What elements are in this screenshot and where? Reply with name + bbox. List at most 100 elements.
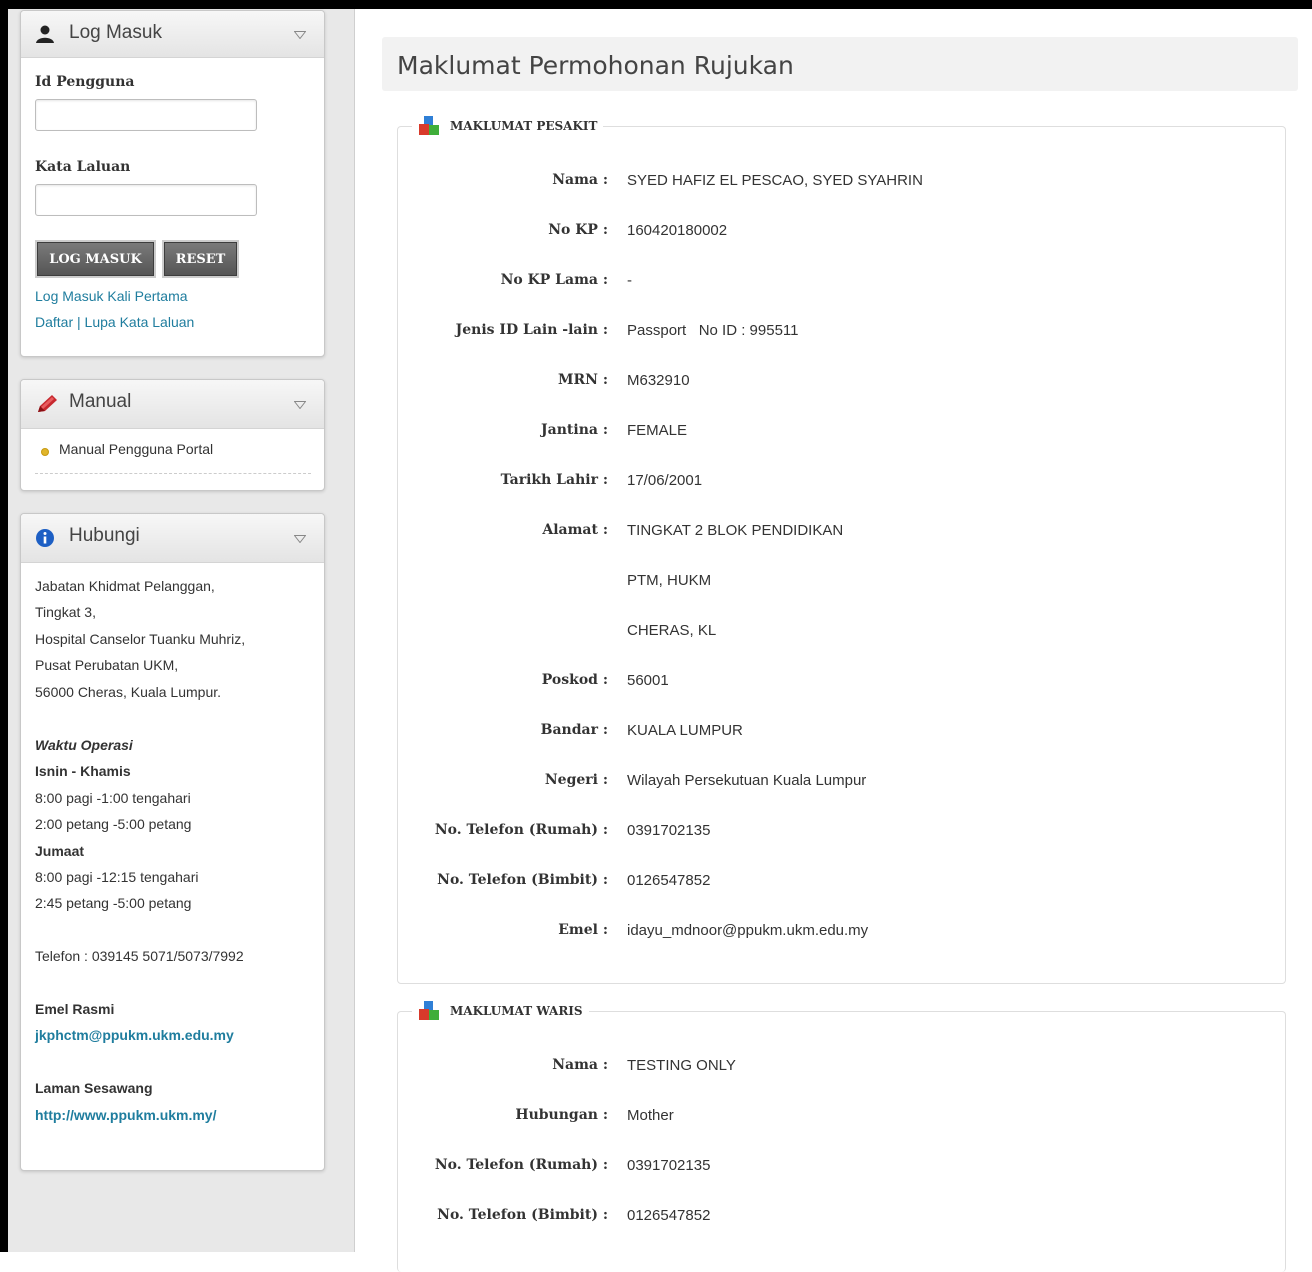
guardian-info-section: MAKLUMAT WARIS Nama : TESTING ONLY Hubung… <box>397 1000 1286 1272</box>
chevron-down-icon[interactable] <box>294 535 306 543</box>
main-content: Maklumat Permohonan Rujukan MAKLUMAT PES… <box>355 9 1312 1272</box>
field-label: Jantina : <box>541 422 608 438</box>
field-label: No KP : <box>548 222 608 238</box>
manual-item-label[interactable]: Manual Pengguna Portal <box>59 441 213 457</box>
guardian-info-legend-text: MAKLUMAT WARIS <box>450 1004 583 1018</box>
field-label: No. Telefon (Rumah) : <box>434 1157 608 1173</box>
field-value: Mother <box>627 1107 674 1124</box>
field-label: MRN : <box>558 372 608 388</box>
patient-info-section: MAKLUMAT PESAKIT Nama : SYED HAFIZ EL PES… <box>397 115 1286 984</box>
field-value: TINGKAT 2 BLOK PENDIDIKAN <box>627 522 844 539</box>
contact-panel-header[interactable]: Hubungi <box>21 514 324 563</box>
patient-row-state: Negeri : Wilayah Persekutuan Kuala Lumpur <box>398 772 1278 792</box>
first-login-link[interactable]: Log Masuk Kali Pertama <box>35 288 188 304</box>
hours-title: Waktu Operasi <box>35 737 133 753</box>
field-label: No. Telefon (Bimbit) : <box>437 1207 608 1223</box>
weekdays-label: Isnin - Khamis <box>35 763 131 779</box>
contact-panel: Hubungi Jabatan Khidmat Pelanggan, Tingk… <box>20 513 325 1171</box>
field-label: Tarikh Lahir : <box>500 472 608 488</box>
field-value: 0126547852 <box>627 1207 711 1224</box>
website-label: Laman Sesawang <box>35 1080 153 1096</box>
login-button[interactable]: LOG MASUK <box>37 242 154 276</box>
bullet-icon <box>41 448 49 456</box>
email-label: Emel Rasmi <box>35 1001 115 1017</box>
field-value: 0391702135 <box>627 822 711 839</box>
patient-row-address-3: CHERAS, KL <box>398 622 1278 642</box>
patient-row-dob: Tarikh Lahir : 17/06/2001 <box>398 472 1278 492</box>
field-value: CHERAS, KL <box>627 622 717 639</box>
field-label: No. Telefon (Rumah) : <box>434 822 608 838</box>
patient-row-old-ic: No KP Lama : - <box>398 272 1278 292</box>
address-line: Hospital Canselor Tuanku Muhriz, <box>35 631 246 647</box>
reset-button[interactable]: RESET <box>164 242 237 276</box>
field-label: Jenis ID Lain -lain : <box>455 322 608 338</box>
patient-row-home-phone: No. Telefon (Rumah) : 0391702135 <box>398 822 1278 842</box>
patient-row-city: Bandar : KUALA LUMPUR <box>398 722 1278 742</box>
field-value: 17/06/2001 <box>627 472 703 489</box>
field-label: Poskod : <box>541 672 608 688</box>
field-label: No KP Lama : <box>500 272 608 288</box>
field-value: M632910 <box>627 372 690 389</box>
user-id-input[interactable] <box>35 99 257 131</box>
address-line: Jabatan Khidmat Pelanggan, <box>35 578 215 594</box>
field-label: Nama : <box>552 1057 608 1073</box>
field-label: Alamat : <box>542 522 608 538</box>
password-label: Kata Laluan <box>35 159 131 175</box>
weekday-hours: 8:00 pagi -1:00 tengahari <box>35 790 191 806</box>
weekday-hours: 2:00 petang -5:00 petang <box>35 816 192 832</box>
user-id-label: Id Pengguna <box>35 74 135 90</box>
field-value: 0391702135 <box>627 1157 711 1174</box>
friday-label: Jumaat <box>35 843 85 859</box>
guardian-row-home-phone: No. Telefon (Rumah) : 0391702135 <box>398 1157 1278 1177</box>
login-panel-header[interactable]: Log Masuk <box>21 11 324 58</box>
address-line: 56000 Cheras, Kuala Lumpur. <box>35 684 222 700</box>
field-value: 160420180002 <box>627 222 728 239</box>
blocks-icon <box>419 1001 439 1020</box>
field-label: Emel : <box>558 922 608 938</box>
chevron-down-icon[interactable] <box>294 401 306 409</box>
phone-text: Telefon : 039145 5071/5073/7992 <box>35 948 244 964</box>
patient-row-postcode: Poskod : 56001 <box>398 672 1278 692</box>
field-label: Hubungan : <box>515 1107 608 1123</box>
info-icon <box>36 529 54 547</box>
guardian-row-name: Nama : TESTING ONLY <box>398 1057 1278 1077</box>
field-value: KUALA LUMPUR <box>627 722 743 739</box>
field-value: PTM, HUKM <box>627 572 712 589</box>
email-link[interactable]: jkphctm@ppukm.ukm.edu.my <box>35 1027 234 1043</box>
field-value: - <box>627 272 632 289</box>
pencil-icon <box>38 395 57 412</box>
forgot-password-link[interactable]: Lupa Kata Laluan <box>85 314 195 330</box>
field-value: 0126547852 <box>627 872 711 889</box>
user-icon <box>36 25 54 43</box>
field-value: idayu_mdnoor@ppukm.ukm.edu.my <box>627 922 869 939</box>
guardian-info-legend: MAKLUMAT WARIS <box>412 1000 589 1022</box>
manual-panel: Manual Manual Pengguna Portal <box>20 379 325 491</box>
patient-info-legend-text: MAKLUMAT PESAKIT <box>450 119 598 133</box>
login-panel: Log Masuk Id Pengguna Kata Laluan LOG MA… <box>20 10 325 357</box>
field-label: No. Telefon (Bimbit) : <box>437 872 608 888</box>
manual-panel-header[interactable]: Manual <box>21 380 324 429</box>
patient-row-gender: Jantina : FEMALE <box>398 422 1278 442</box>
patient-row-other-id: Jenis ID Lain -lain : Passport No ID : 99… <box>398 322 1278 342</box>
field-value: SYED HAFIZ EL PESCAO, SYED SYAHRIN <box>627 172 923 189</box>
field-label: Negeri : <box>544 772 608 788</box>
patient-row-name: Nama : SYED HAFIZ EL PESCAO, SYED SYAHRIN <box>398 172 1278 192</box>
list-item[interactable]: Manual Pengguna Portal <box>35 441 311 474</box>
page-title: Maklumat Permohonan Rujukan <box>397 51 794 80</box>
sidebar: Log Masuk Id Pengguna Kata Laluan LOG MA… <box>8 9 355 1252</box>
guardian-row-mobile-phone: No. Telefon (Bimbit) : 0126547852 <box>398 1207 1278 1227</box>
blocks-icon <box>419 116 439 135</box>
chevron-down-icon[interactable] <box>294 31 306 39</box>
website-link[interactable]: http://www.ppukm.ukm.my/ <box>35 1107 217 1123</box>
register-link[interactable]: Daftar <box>35 314 73 330</box>
patient-row-address: Alamat : TINGKAT 2 BLOK PENDIDIKAN <box>398 522 1278 542</box>
patient-row-ic: No KP : 160420180002 <box>398 222 1278 242</box>
password-input[interactable] <box>35 184 257 216</box>
login-panel-title: Log Masuk <box>69 22 162 43</box>
patient-info-legend: MAKLUMAT PESAKIT <box>412 115 604 137</box>
friday-hours: 8:00 pagi -12:15 tengahari <box>35 869 199 885</box>
patient-row-mobile-phone: No. Telefon (Bimbit) : 0126547852 <box>398 872 1278 892</box>
field-label: Bandar : <box>540 722 608 738</box>
guardian-row-relation: Hubungan : Mother <box>398 1107 1278 1127</box>
patient-row-address-2: PTM, HUKM <box>398 572 1278 592</box>
